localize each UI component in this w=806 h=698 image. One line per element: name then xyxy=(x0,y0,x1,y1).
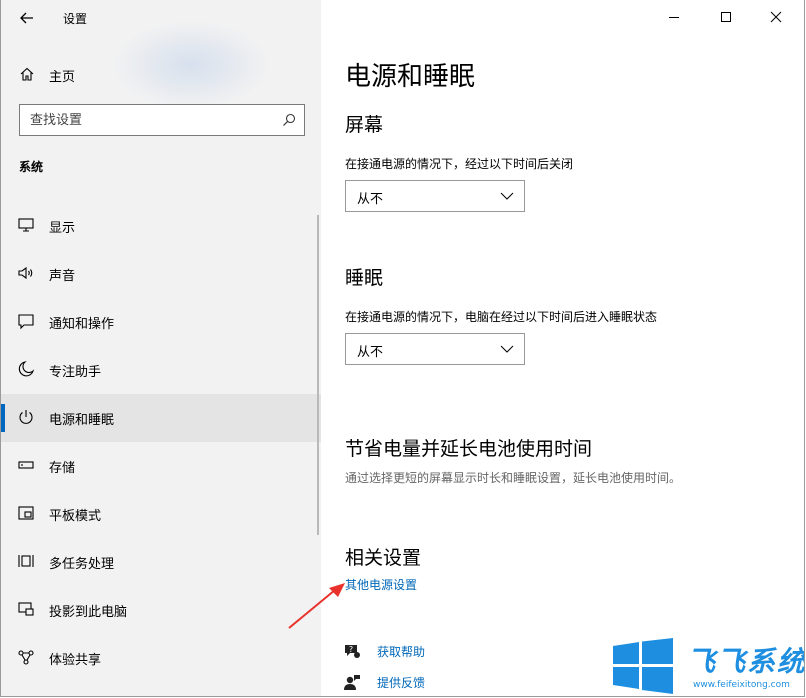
sidebar-scrollbar[interactable] xyxy=(317,215,319,535)
additional-power-settings-link[interactable]: 其他电源设置 xyxy=(345,576,417,593)
minimize-button[interactable] xyxy=(649,0,699,34)
sidebar-item-label: 声音 xyxy=(49,269,76,284)
svg-text:?: ? xyxy=(349,645,353,654)
home-icon xyxy=(20,67,34,81)
storage-icon xyxy=(18,461,34,469)
sidebar-item-sound[interactable]: 声音 xyxy=(1,250,321,298)
screen-timeout-value: 从不 xyxy=(357,192,384,207)
watermark-brand: 飞飞系统 xyxy=(687,645,805,678)
monitor-icon xyxy=(18,218,34,232)
sidebar-item-label: 多任务处理 xyxy=(49,557,115,572)
screen-heading: 屏幕 xyxy=(345,114,384,136)
sidebar-item-shared-experiences[interactable]: 体验共享 xyxy=(1,634,321,682)
sidebar: 设置 主页 系统 显示 xyxy=(1,0,321,696)
maximize-icon xyxy=(721,12,731,22)
power-icon xyxy=(19,410,33,424)
sidebar-item-label: 专注助手 xyxy=(49,365,102,380)
minimize-icon xyxy=(669,17,679,18)
help-chat-icon: ? xyxy=(345,645,360,658)
tablet-mode-icon xyxy=(18,506,34,520)
sidebar-item-power-sleep[interactable]: 电源和睡眠 xyxy=(1,394,321,442)
sidebar-item-storage[interactable]: 存储 xyxy=(1,442,321,490)
give-feedback-label: 提供反馈 xyxy=(377,676,426,690)
search-input[interactable] xyxy=(30,105,270,135)
give-feedback-link[interactable]: 提供反馈 xyxy=(343,672,543,692)
sidebar-item-label: 电源和睡眠 xyxy=(49,413,115,428)
get-help-label: 获取帮助 xyxy=(377,645,426,659)
battery-description: 通过选择更短的屏幕显示时长和睡眠设置，延长电池使用时间。 xyxy=(345,471,682,485)
get-help-link[interactable]: ? 获取帮助 xyxy=(343,641,543,661)
sidebar-item-multitasking[interactable]: 多任务处理 xyxy=(1,538,321,586)
projection-icon xyxy=(18,602,34,616)
annotation-arrow-icon xyxy=(288,583,345,629)
section-title: 系统 xyxy=(19,160,44,174)
sidebar-item-label: 通知和操作 xyxy=(49,317,115,332)
battery-heading: 节省电量并延长电池使用时间 xyxy=(345,438,593,460)
sidebar-item-focus-assist[interactable]: 专注助手 xyxy=(1,346,321,394)
watermark: 飞飞系统 www.feifeixitong.com xyxy=(607,636,805,696)
sidebar-item-label: 平板模式 xyxy=(49,509,102,524)
window-controls xyxy=(647,0,804,34)
screen-timeout-select[interactable]: 从不 xyxy=(345,180,525,212)
close-icon xyxy=(770,11,782,23)
sleep-timeout-value: 从不 xyxy=(357,345,384,360)
nav-list: 显示 声音 通知和操作 专注助手 电源和睡眠 存储 平板模式 多任务处理 投影到… xyxy=(1,202,321,682)
sidebar-item-label: 显示 xyxy=(49,221,76,236)
feedback-icon xyxy=(344,675,360,690)
sidebar-item-notifications[interactable]: 通知和操作 xyxy=(1,298,321,346)
search-icon[interactable] xyxy=(282,113,296,127)
moon-icon xyxy=(18,361,35,377)
sleep-heading: 睡眠 xyxy=(345,267,384,289)
sidebar-item-display[interactable]: 显示 xyxy=(1,202,321,250)
sidebar-item-label: 体验共享 xyxy=(49,653,102,668)
notification-icon xyxy=(18,314,34,330)
title-bar: 设置 xyxy=(1,0,321,36)
arrow-left-icon xyxy=(20,12,33,24)
close-button[interactable] xyxy=(751,0,801,34)
sidebar-item-label: 存储 xyxy=(49,461,76,476)
chevron-down-icon xyxy=(500,192,514,200)
related-settings-heading: 相关设置 xyxy=(345,547,422,569)
window-title: 设置 xyxy=(63,12,88,26)
settings-window: 设置 主页 系统 显示 xyxy=(0,0,805,697)
share-icon xyxy=(18,650,34,665)
sleep-timeout-select[interactable]: 从不 xyxy=(345,333,525,365)
home-nav-item[interactable]: 主页 xyxy=(1,60,321,90)
page-title: 电源和睡眠 xyxy=(345,62,476,92)
search-box[interactable] xyxy=(19,104,305,136)
main-content: 电源和睡眠 屏幕 在接通电源的情况下，经过以下时间后关闭 从不 睡眠 在接通电源… xyxy=(321,0,804,696)
home-label: 主页 xyxy=(49,70,76,85)
screen-description: 在接通电源的情况下，经过以下时间后关闭 xyxy=(345,157,574,171)
chevron-down-icon xyxy=(500,345,514,353)
sleep-description: 在接通电源的情况下，电脑在经过以下时间后进入睡眠状态 xyxy=(345,310,658,324)
speaker-icon xyxy=(18,266,33,280)
sidebar-item-tablet-mode[interactable]: 平板模式 xyxy=(1,490,321,538)
back-button[interactable] xyxy=(17,8,37,28)
windows-logo-icon xyxy=(613,638,673,694)
multitasking-icon xyxy=(18,555,34,567)
sidebar-item-label: 投影到此电脑 xyxy=(49,605,128,620)
watermark-url: www.feifeixitong.com xyxy=(693,680,790,690)
sidebar-item-projection[interactable]: 投影到此电脑 xyxy=(1,586,321,634)
maximize-button[interactable] xyxy=(701,0,751,34)
